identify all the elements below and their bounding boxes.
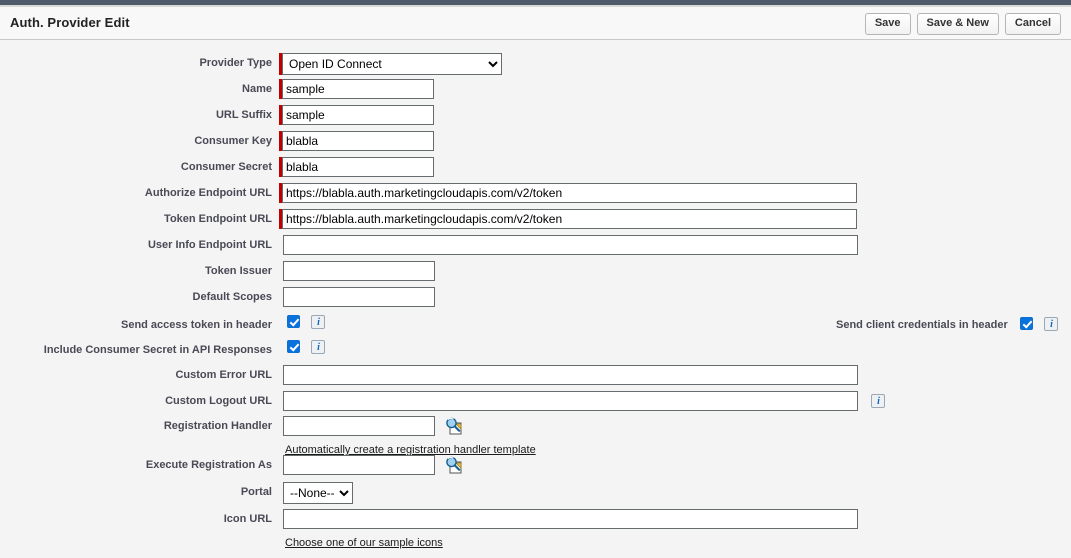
field-row-consumer-secret: Consumer Secret [0,157,1071,183]
send-access-token-in-header-checkbox[interactable] [287,315,300,328]
label-execute-registration-as: Execute Registration As [0,455,272,475]
consumer-key-input[interactable] [282,131,434,151]
control-execute-registration-as [283,455,463,475]
header-button-group: Save Save & New Cancel [865,13,1061,35]
label-provider-type: Provider Type [0,53,272,73]
label-custom-error-url: Custom Error URL [0,365,272,385]
icon-url-input[interactable] [283,509,858,529]
token-endpoint-url-input[interactable] [282,209,857,229]
field-row-authorize-endpoint-url: Authorize Endpoint URL [0,183,1071,209]
save-and-new-button[interactable]: Save & New [917,13,999,35]
control-provider-type: Open ID Connect [279,53,502,75]
label-name: Name [0,79,272,99]
label-send-client-credentials-in-header: Send client credentials in header [836,315,1008,335]
consumer-secret-input[interactable] [282,157,434,177]
user-info-endpoint-url-input[interactable] [283,235,858,255]
control-token-endpoint-url [279,209,857,229]
auth-provider-form: Provider Type Open ID Connect Name URL S… [0,41,1071,558]
label-consumer-secret: Consumer Secret [0,157,272,177]
field-row-url-suffix: URL Suffix [0,105,1071,131]
label-send-access-token-in-header: Send access token in header [0,315,272,335]
field-row-include-consumer-secret: Include Consumer Secret in API Responses… [0,340,1071,366]
custom-logout-url-info-icon[interactable]: i [871,394,885,408]
control-url-suffix [279,105,434,125]
label-default-scopes: Default Scopes [0,287,272,307]
registration-handler-lookup-icon[interactable] [445,417,463,435]
label-user-info-endpoint-url: User Info Endpoint URL [0,235,272,255]
field-row-execute-registration-as: Execute Registration As [0,455,1071,481]
field-row-token-issuer: Token Issuer [0,261,1071,287]
label-token-issuer: Token Issuer [0,261,272,281]
page-title: Auth. Provider Edit [10,15,130,30]
label-icon-url: Icon URL [0,509,272,529]
field-row-token-endpoint-url: Token Endpoint URL [0,209,1071,235]
control-token-issuer [283,261,435,281]
field-row-name: Name [0,79,1071,105]
url-suffix-input[interactable] [282,105,434,125]
control-name [279,79,434,99]
label-custom-logout-url: Custom Logout URL [0,391,272,411]
authorize-endpoint-url-input[interactable] [282,183,857,203]
include-consumer-secret-checkbox[interactable] [287,340,300,353]
custom-logout-url-input[interactable] [283,391,858,411]
registration-handler-input[interactable] [283,416,435,436]
control-portal: --None-- [283,482,353,504]
label-registration-handler: Registration Handler [0,416,272,436]
default-scopes-input[interactable] [283,287,435,307]
send-access-token-info-icon[interactable]: i [311,315,325,329]
control-custom-logout-url: i [283,391,885,411]
control-send-client-credentials-in-header: i [1020,317,1058,335]
field-row-portal: Portal --None-- [0,482,1071,508]
include-consumer-secret-info-icon[interactable]: i [311,340,325,354]
control-default-scopes [283,287,435,307]
save-button[interactable]: Save [865,13,911,35]
control-user-info-endpoint-url [283,235,858,255]
auth-provider-edit-page: Auth. Provider Edit Save Save & New Canc… [0,0,1071,558]
control-registration-handler: Automatically create a registration hand… [283,416,463,436]
field-row-user-info-endpoint-url: User Info Endpoint URL [0,235,1071,261]
cancel-button[interactable]: Cancel [1005,13,1061,35]
execute-registration-as-input[interactable] [283,455,435,475]
field-row-provider-type: Provider Type Open ID Connect [0,53,1071,79]
label-consumer-key: Consumer Key [0,131,272,151]
send-client-credentials-info-icon[interactable]: i [1044,317,1058,331]
provider-type-select[interactable]: Open ID Connect [282,53,502,75]
label-authorize-endpoint-url: Authorize Endpoint URL [0,183,272,203]
control-consumer-secret [279,157,434,177]
execute-registration-as-lookup-icon[interactable] [445,456,463,474]
field-row-send-access-token-in-header: Send access token in header i Send clien… [0,315,1071,341]
name-input[interactable] [282,79,434,99]
control-authorize-endpoint-url [279,183,857,203]
field-row-consumer-key: Consumer Key [0,131,1071,157]
field-row-custom-error-url: Custom Error URL [0,365,1071,391]
control-include-consumer-secret: i [287,340,325,358]
field-row-icon-url: Icon URL Choose one of our sample icons [0,509,1071,555]
portal-select[interactable]: --None-- [283,482,353,504]
control-icon-url: Choose one of our sample icons [283,509,858,529]
token-issuer-input[interactable] [283,261,435,281]
field-row-custom-logout-url: Custom Logout URL i [0,391,1071,417]
label-url-suffix: URL Suffix [0,105,272,125]
choose-sample-icons-link[interactable]: Choose one of our sample icons [285,537,443,549]
label-portal: Portal [0,482,272,502]
label-include-consumer-secret: Include Consumer Secret in API Responses [0,340,272,360]
control-custom-error-url [283,365,858,385]
field-row-default-scopes: Default Scopes [0,287,1071,313]
label-token-endpoint-url: Token Endpoint URL [0,209,272,229]
control-consumer-key [279,131,434,151]
custom-error-url-input[interactable] [283,365,858,385]
page-header: Auth. Provider Edit Save Save & New Canc… [0,7,1071,40]
control-send-access-token-in-header: i [287,315,325,333]
send-client-credentials-in-header-checkbox[interactable] [1020,317,1033,330]
